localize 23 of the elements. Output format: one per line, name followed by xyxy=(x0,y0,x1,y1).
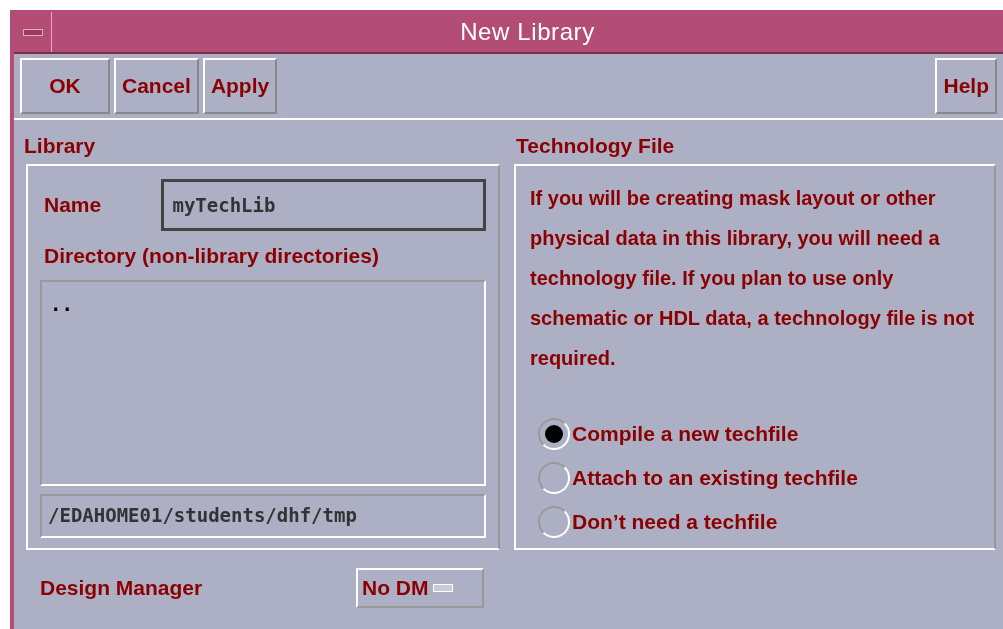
radio-label[interactable]: Attach to an existing techfile xyxy=(572,462,858,494)
description-text: If you will be creating mask layout or other physical data in this library, you will need a technology file. If you plan to use only schematic or HDL data, a technology file is not required. xyxy=(530,186,976,371)
name-label: Name xyxy=(43,192,103,219)
radio-button[interactable] xyxy=(538,418,570,450)
dialog-button[interactable]: Cancel xyxy=(114,58,199,114)
dialog-button[interactable]: OK xyxy=(20,58,110,114)
radio-button[interactable] xyxy=(538,506,570,538)
directory-item[interactable]: .. xyxy=(50,289,73,318)
dialog-button[interactable]: Apply xyxy=(202,58,278,114)
option-indicator-icon xyxy=(432,584,453,592)
window-title: New Library xyxy=(459,17,596,47)
directory-label: Directory (non-library directories) xyxy=(43,243,380,269)
design-manager-dropdown[interactable]: No DM xyxy=(356,568,484,608)
design-manager-label: Design Manager xyxy=(39,575,204,602)
section-heading: Library xyxy=(24,133,97,159)
help-button[interactable]: Help xyxy=(935,58,997,114)
radio-label[interactable]: Compile a new techfile xyxy=(572,418,799,450)
name-field[interactable]: myTechLib xyxy=(161,179,486,231)
path-field[interactable]: /EDAHOME01/students/dhf/tmp xyxy=(40,493,486,538)
radio-button[interactable] xyxy=(538,462,570,494)
radio-label[interactable]: Don’t need a techfile xyxy=(572,506,778,538)
directory-list[interactable]: .. xyxy=(40,279,486,486)
section-heading: Technology File xyxy=(515,133,676,159)
